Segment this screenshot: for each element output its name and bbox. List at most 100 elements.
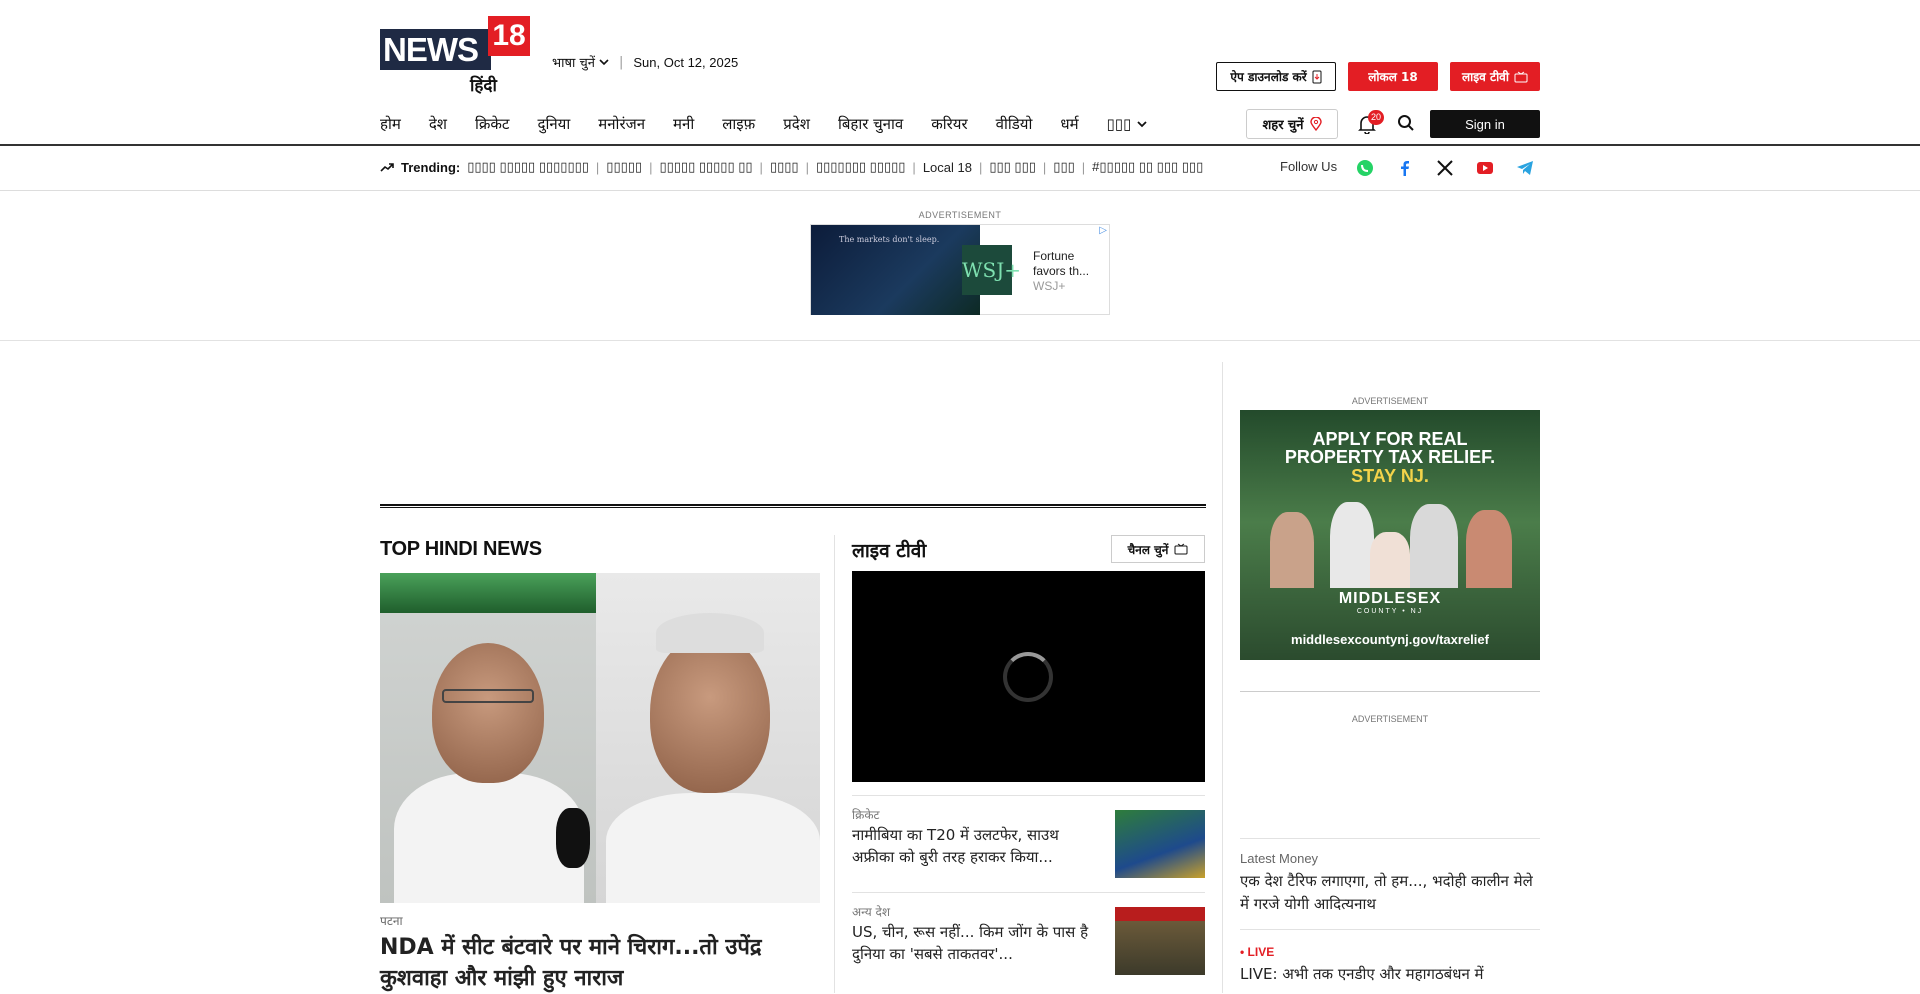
ad-divider bbox=[0, 340, 1920, 341]
divider: | bbox=[805, 159, 809, 175]
story-thumbnail bbox=[1115, 810, 1205, 878]
story-category: क्रिकेट bbox=[852, 808, 880, 822]
live-headline[interactable]: LIVE: अभी तक एनडीए और महागठबंधन में bbox=[1240, 963, 1540, 985]
sidebar-divider bbox=[1240, 838, 1540, 839]
phone-download-icon bbox=[1312, 70, 1322, 83]
nav-item-home[interactable]: होम bbox=[380, 112, 401, 136]
trending-item[interactable]: ▯▯▯▯▯ bbox=[606, 159, 642, 175]
nav-item-life[interactable]: लाइफ़ bbox=[722, 112, 755, 136]
live-story-item[interactable]: क्रिकेट नामीबिया का T20 में उलटफेर, साउथ… bbox=[852, 795, 1205, 892]
ad-copy: Fortune favors th... WSJ+ bbox=[1033, 249, 1097, 294]
nav-item-world[interactable]: दुनिया bbox=[538, 112, 571, 136]
trending-item[interactable]: ▯▯▯▯ ▯▯▯▯▯ ▯▯▯▯▯▯▯ bbox=[467, 159, 589, 175]
divider: | bbox=[1081, 159, 1086, 175]
trending-item[interactable]: ▯▯▯▯▯ ▯▯▯▯▯ ▯▯ bbox=[659, 159, 752, 175]
trending-item[interactable]: Local 18 bbox=[923, 160, 972, 175]
nav-item-video[interactable]: वीडियो bbox=[996, 112, 1033, 136]
side-ad-headline: APPLY FOR REAL PROPERTY TAX RELIEF. bbox=[1284, 429, 1496, 467]
sign-in-button[interactable]: Sign in bbox=[1430, 110, 1540, 138]
story-title: नामीबिया का T20 में उलटफेर, साउथ अफ्रीका… bbox=[852, 826, 1059, 866]
nav-item-cricket[interactable]: क्रिकेट bbox=[475, 112, 510, 136]
local18-label: लोकल 18 bbox=[1368, 70, 1418, 84]
latest-money-headline[interactable]: एक देश टैरिफ लगाएगा, तो हम..., भदोही काल… bbox=[1240, 870, 1540, 916]
story-title: US, चीन, रूस नहीं... किम जोंग के पास है … bbox=[852, 923, 1089, 963]
wsj-badge: WSJ+ bbox=[962, 245, 1021, 295]
language-label: भाषा चुनें bbox=[552, 56, 595, 71]
divider: | bbox=[978, 159, 983, 175]
nav-item-career[interactable]: करियर bbox=[931, 112, 967, 136]
follow-us-label: Follow Us bbox=[1280, 159, 1338, 174]
hero-headline[interactable]: NDA में सीट बंटवारे पर माने चिराग...तो उ… bbox=[380, 932, 820, 994]
nav-item-money[interactable]: मनी bbox=[673, 112, 694, 136]
nav-item-bihar-election[interactable]: बिहार चुनाव bbox=[838, 112, 903, 136]
facebook-link[interactable] bbox=[1396, 159, 1414, 177]
facebook-icon bbox=[1401, 161, 1409, 176]
divider: | bbox=[619, 54, 624, 70]
tv-icon bbox=[1514, 71, 1528, 82]
side-ad[interactable]: APPLY FOR REAL PROPERTY TAX RELIEF. STAY… bbox=[1240, 410, 1540, 660]
side-ad-url: middlesexcountynj.gov/taxrelief bbox=[1291, 632, 1489, 647]
advertisement-label: ADVERTISEMENT bbox=[1351, 396, 1429, 406]
nav-item-states[interactable]: प्रदेश bbox=[783, 112, 810, 136]
advertisement-label: ADVERTISEMENT bbox=[1351, 714, 1429, 724]
trending-item[interactable]: ▯▯▯▯ bbox=[770, 159, 799, 175]
hero-category[interactable]: पटना bbox=[380, 912, 403, 929]
sidebar-divider bbox=[1240, 691, 1540, 692]
youtube-icon bbox=[1477, 162, 1493, 174]
nav-item-religion[interactable]: धर्म bbox=[1060, 112, 1078, 136]
advertisement-label: ADVERTISEMENT bbox=[918, 210, 1002, 220]
live-tv-button[interactable]: लाइव टीवी bbox=[1450, 62, 1540, 91]
live-story-item[interactable]: अन्य देश US, चीन, रूस नहीं... किम जोंग क… bbox=[852, 892, 1205, 993]
trending-item[interactable]: ▯▯▯ bbox=[1053, 159, 1074, 175]
telegram-link[interactable] bbox=[1516, 159, 1534, 177]
divider: | bbox=[1042, 159, 1047, 175]
divider: | bbox=[649, 159, 653, 175]
sidebar-divider bbox=[1240, 929, 1540, 930]
city-selector[interactable]: शहर चुनें bbox=[1246, 109, 1338, 139]
adchoices-icon[interactable]: ▷ bbox=[1099, 225, 1107, 236]
trending-label: Trending: bbox=[401, 159, 461, 175]
location-pin-icon bbox=[1309, 117, 1322, 131]
header-divider bbox=[0, 144, 1920, 146]
divider: | bbox=[912, 159, 916, 175]
trending-item[interactable]: ▯▯▯▯▯▯▯ ▯▯▯▯▯ bbox=[816, 159, 905, 175]
column-divider bbox=[1222, 362, 1223, 993]
news18-logo[interactable]: NEWS 18 हिंदी bbox=[380, 16, 530, 96]
search-button[interactable] bbox=[1397, 114, 1417, 134]
latest-money-category[interactable]: Latest Money bbox=[1240, 851, 1318, 866]
column-divider bbox=[834, 535, 835, 993]
chevron-down-icon bbox=[1137, 121, 1147, 128]
logo-main: NEWS bbox=[380, 29, 491, 70]
tv-icon bbox=[1174, 543, 1188, 555]
notifications-button[interactable]: 20 bbox=[1358, 110, 1384, 136]
trending-up-icon bbox=[380, 163, 394, 172]
youtube-link[interactable] bbox=[1476, 159, 1494, 177]
section-double-rule bbox=[380, 504, 1206, 508]
live-tv-label: लाइव टीवी bbox=[1462, 70, 1509, 84]
photo-right bbox=[556, 573, 820, 903]
side-ad-logo-sub: COUNTY • NJ bbox=[1356, 608, 1424, 615]
current-date: Sun, Oct 12, 2025 bbox=[633, 54, 739, 70]
story-category: अन्य देश bbox=[852, 905, 891, 919]
trending-item[interactable]: #▯▯▯▯▯ ▯▯ ▯▯▯ ▯▯▯ bbox=[1092, 159, 1203, 175]
notification-badge: 20 bbox=[1368, 110, 1384, 125]
side-ad-family-photo bbox=[1260, 492, 1520, 588]
chevron-down-icon bbox=[599, 59, 609, 66]
nav-item-more[interactable]: ▯▯▯ bbox=[1107, 112, 1148, 136]
live-tv-heading: लाइव टीवी bbox=[852, 540, 927, 562]
whatsapp-icon bbox=[1357, 160, 1373, 176]
local18-button[interactable]: लोकल 18 bbox=[1348, 62, 1438, 91]
channel-selector[interactable]: चैनल चुनें bbox=[1111, 535, 1205, 563]
side-ad-subhead: STAY NJ. bbox=[1351, 466, 1429, 486]
nav-item-entertainment[interactable]: मनोरंजन bbox=[598, 112, 645, 136]
x-link[interactable] bbox=[1436, 159, 1454, 177]
top-banner-ad[interactable]: The markets don't sleep. WSJ+ Fortune fa… bbox=[810, 224, 1110, 315]
app-download-button[interactable]: ऐप डाउनलोड करें bbox=[1216, 62, 1336, 91]
hero-image[interactable] bbox=[380, 573, 820, 903]
nav-item-desh[interactable]: देश bbox=[429, 112, 447, 136]
language-selector[interactable]: भाषा चुनें | Sun, Oct 12, 2025 bbox=[552, 53, 739, 72]
app-download-label: ऐप डाउनलोड करें bbox=[1230, 70, 1307, 84]
whatsapp-link[interactable] bbox=[1356, 159, 1374, 177]
trending-item[interactable]: ▯▯▯ ▯▯▯ bbox=[989, 159, 1036, 175]
trending-bar: Trending: ▯▯▯▯ ▯▯▯▯▯ ▯▯▯▯▯▯▯ | ▯▯▯▯▯ | ▯▯▯… bbox=[380, 159, 1203, 175]
